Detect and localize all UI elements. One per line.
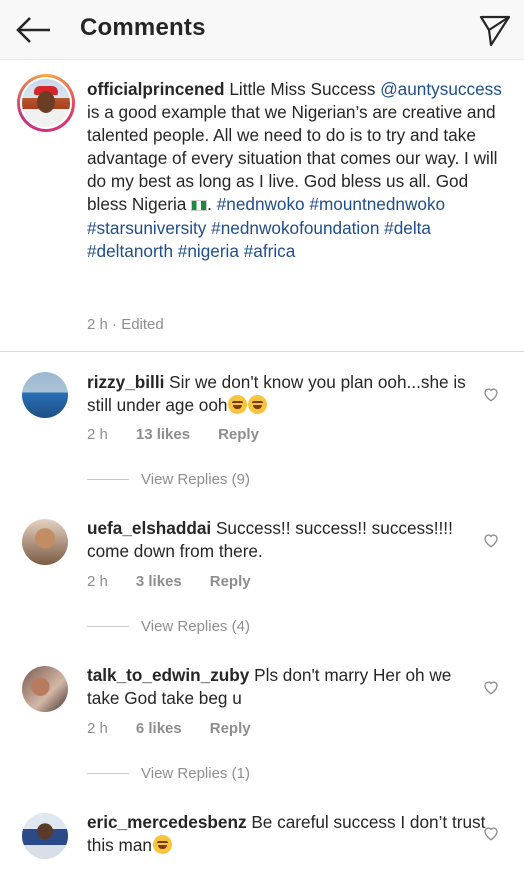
comment-username[interactable]: uefa_elshaddai — [87, 518, 211, 538]
heart-icon[interactable] — [482, 824, 500, 842]
view-replies-label: View Replies (9) — [141, 471, 250, 488]
reply-button[interactable]: Reply — [210, 573, 251, 590]
caption-meta: 2 h · Edited — [87, 316, 164, 333]
divider — [87, 626, 129, 627]
view-replies-label: View Replies (1) — [141, 765, 250, 782]
heart-icon[interactable] — [482, 678, 500, 696]
hashtag-link[interactable]: #nednwoko — [217, 194, 305, 214]
comment-username[interactable]: rizzy_billi — [87, 372, 164, 392]
comment-username[interactable]: eric_mercedesbenz — [87, 812, 247, 832]
likes-count[interactable]: 13 likes — [136, 426, 190, 443]
nigeria-flag-icon — [191, 200, 208, 212]
comment-text: uefa_elshaddai Success!! success!! succe… — [87, 517, 487, 563]
view-replies-button[interactable]: View Replies (4) — [87, 618, 250, 635]
heart-icon[interactable] — [482, 531, 500, 549]
avatar[interactable] — [22, 666, 68, 712]
comment-time: 2 h — [87, 426, 108, 443]
avatar[interactable] — [22, 813, 68, 859]
likes-count[interactable]: 6 likes — [136, 720, 182, 737]
divider — [87, 773, 129, 774]
caption-username[interactable]: officialprincened — [87, 79, 225, 99]
caption-text-part: Little Miss Success — [229, 79, 376, 99]
comment-meta: 2 h 13 likes Reply — [87, 426, 287, 443]
view-replies-button[interactable]: View Replies (9) — [87, 471, 250, 488]
reply-button[interactable]: Reply — [218, 426, 259, 443]
caption-time: 2 h — [87, 316, 108, 333]
laughing-emoji-icon — [152, 835, 172, 855]
comment-time: 2 h — [87, 720, 108, 737]
reply-button[interactable]: Reply — [210, 720, 251, 737]
comment-text: eric_mercedesbenz Be careful success I d… — [87, 811, 487, 857]
avatar[interactable] — [22, 519, 68, 565]
caption-edited: · Edited — [112, 316, 164, 333]
divider — [87, 479, 129, 480]
comment-time: 2 h — [87, 573, 108, 590]
view-replies-button[interactable]: View Replies (1) — [87, 765, 250, 782]
laughing-emoji-icon — [228, 395, 248, 415]
page-title: Comments — [80, 14, 206, 41]
avatar[interactable] — [22, 372, 68, 418]
heart-icon[interactable] — [482, 385, 500, 403]
back-arrow-icon[interactable] — [14, 12, 54, 48]
view-replies-label: View Replies (4) — [141, 618, 250, 635]
avatar[interactable] — [17, 74, 75, 132]
comment-meta: 2 h 6 likes Reply — [87, 720, 279, 737]
caption-text: officialprincened Little Miss Success @a… — [87, 79, 502, 261]
paper-plane-icon[interactable] — [478, 13, 512, 47]
comment-text: talk_to_edwin_zuby Pls don't marry Her o… — [87, 664, 487, 710]
comment-username[interactable]: talk_to_edwin_zuby — [87, 665, 249, 685]
likes-count[interactable]: 3 likes — [136, 573, 182, 590]
comment-meta: 2 h 3 likes Reply — [87, 573, 279, 590]
comment-text: rizzy_billi Sir we don't know you plan o… — [87, 371, 487, 417]
mention-link[interactable]: @auntysuccess — [380, 79, 502, 99]
laughing-emoji-icon — [248, 395, 268, 415]
top-bar: Comments — [0, 0, 524, 60]
